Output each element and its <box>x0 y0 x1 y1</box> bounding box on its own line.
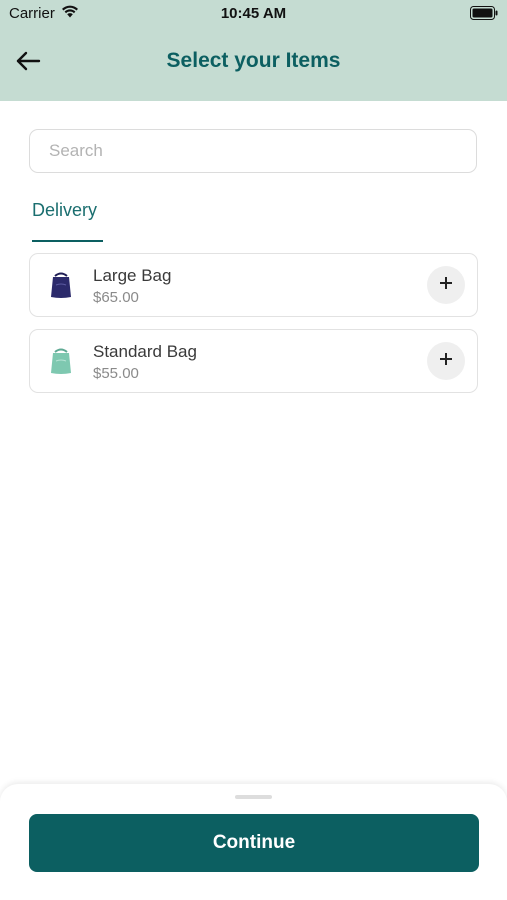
item-price: $65.00 <box>93 289 139 306</box>
item-name: Large Bag <box>93 266 172 285</box>
standard-bag-icon <box>48 346 74 376</box>
continue-button[interactable]: Continue <box>29 814 479 872</box>
app-header: Carrier 10:45 AM Select your Items <box>0 0 507 101</box>
page-title: Select your Items <box>166 49 341 72</box>
list-item[interactable]: Standard Bag $55.00 <box>29 329 478 393</box>
search-input[interactable] <box>47 140 476 162</box>
large-bag-icon <box>48 270 74 300</box>
tab-active-indicator <box>32 240 103 242</box>
sheet-drag-handle[interactable] <box>235 795 272 799</box>
status-time: 10:45 AM <box>220 5 287 22</box>
search-field[interactable] <box>29 129 477 173</box>
battery-icon <box>470 6 498 20</box>
status-bar: Carrier 10:45 AM <box>0 0 507 28</box>
plus-icon <box>439 276 453 295</box>
list-item[interactable]: Large Bag $65.00 <box>29 253 478 317</box>
add-standard-bag-button[interactable] <box>427 342 465 380</box>
bottom-sheet: Continue <box>0 784 507 900</box>
add-large-bag-button[interactable] <box>427 266 465 304</box>
plus-icon <box>439 352 453 371</box>
tab-delivery[interactable]: Delivery <box>32 200 97 221</box>
item-name: Standard Bag <box>93 342 197 361</box>
item-price: $55.00 <box>93 365 139 382</box>
